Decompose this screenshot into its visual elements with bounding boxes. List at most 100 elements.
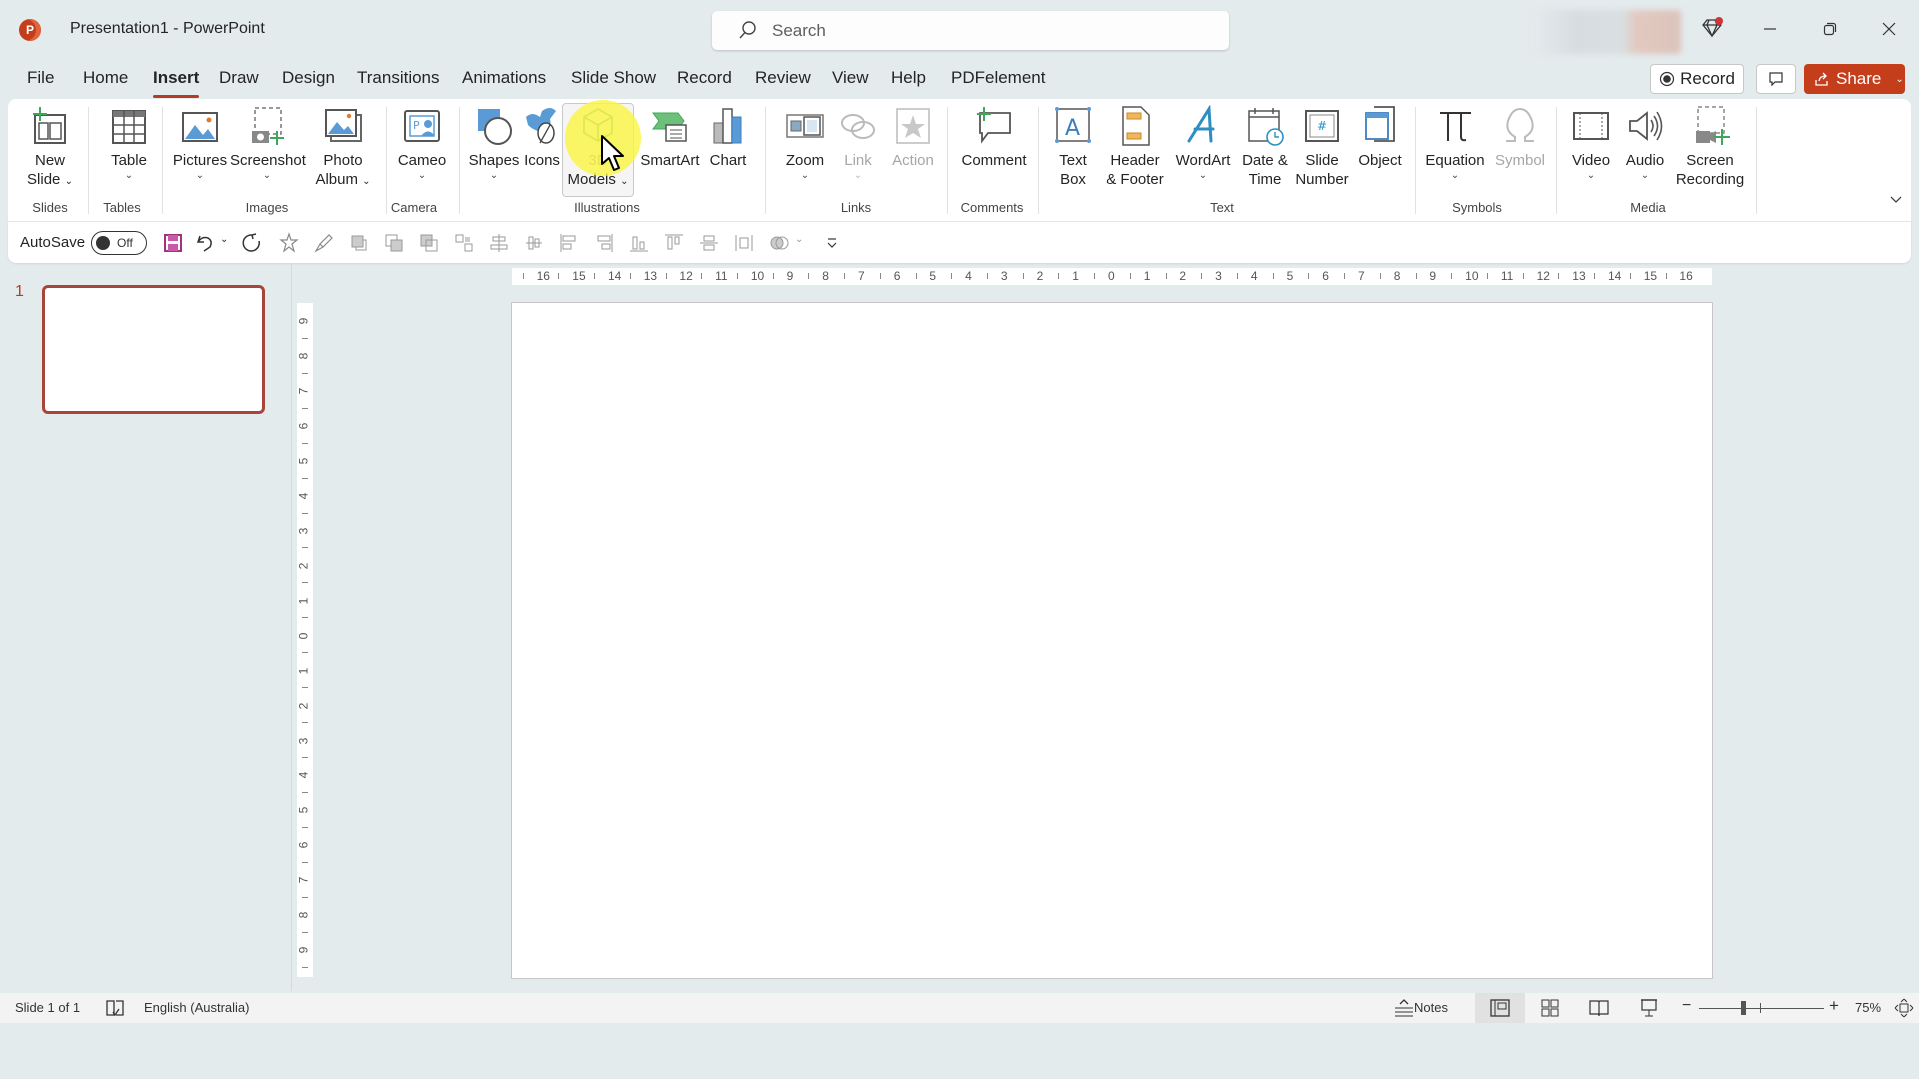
table-button[interactable]: Table ⌄	[104, 105, 154, 182]
tab-pdfelement[interactable]: PDFelement	[951, 68, 1045, 88]
new-slide-button[interactable]: New Slide ⌄	[26, 105, 74, 191]
ruler-tick-label: 4	[965, 269, 972, 283]
audio-button[interactable]: Audio ⌄	[1620, 105, 1670, 182]
ruler-tick-label: 3	[296, 527, 311, 535]
tab-transitions[interactable]: Transitions	[357, 68, 440, 88]
zoom-slider-thumb[interactable]	[1741, 1001, 1747, 1015]
tab-record[interactable]: Record	[677, 68, 732, 88]
ruler-tick	[1522, 273, 1524, 279]
group-objects-icon[interactable]	[453, 232, 475, 254]
ruler-tick	[302, 652, 308, 654]
tab-help[interactable]: Help	[891, 68, 926, 88]
slideshow-view-icon[interactable]	[1638, 997, 1660, 1019]
reading-view-icon[interactable]	[1588, 997, 1610, 1019]
cameo-icon: P	[404, 110, 440, 142]
bring-to-front-icon[interactable]	[418, 232, 440, 254]
share-dropdown-icon[interactable]: ⌄	[1895, 74, 1903, 85]
group-label-camera: Camera	[390, 200, 438, 215]
tab-draw[interactable]: Draw	[219, 68, 259, 88]
tab-view[interactable]: View	[832, 68, 869, 88]
premium-diamond-icon[interactable]	[1700, 17, 1724, 39]
format-painter-icon[interactable]	[313, 232, 335, 254]
minimize-button[interactable]	[1747, 10, 1793, 48]
icons-button[interactable]: Icons	[522, 105, 562, 170]
object-button[interactable]: Object	[1354, 105, 1406, 170]
screen-recording-button[interactable]: Screen Recording	[1672, 105, 1748, 189]
zoom-button[interactable]: Zoom ⌄	[780, 105, 830, 182]
record-button[interactable]: Record	[1650, 64, 1744, 94]
autosave-toggle[interactable]: Off	[91, 231, 147, 255]
video-button[interactable]: Video ⌄	[1566, 105, 1616, 182]
align-right-icon[interactable]	[593, 232, 615, 254]
close-button[interactable]	[1866, 10, 1912, 48]
normal-view-icon[interactable]	[1489, 997, 1511, 1019]
language-indicator[interactable]: English (Australia)	[144, 1000, 250, 1015]
tab-animations[interactable]: Animations	[462, 68, 546, 88]
account-area[interactable]	[1533, 10, 1681, 54]
action-button[interactable]: Action	[888, 105, 938, 170]
tab-insert[interactable]: Insert	[153, 68, 200, 98]
tab-slide-show[interactable]: Slide Show	[571, 68, 656, 88]
slide-canvas[interactable]	[511, 302, 1713, 979]
wordart-button[interactable]: WordArt ⌄	[1172, 105, 1234, 182]
save-icon[interactable]	[162, 232, 184, 254]
comment-button[interactable]: Comment	[956, 105, 1032, 170]
ruler-tick	[665, 273, 667, 279]
slide-number-button[interactable]: # Slide Number	[1291, 105, 1353, 189]
screenshot-button[interactable]: Screenshot ⌄	[230, 105, 306, 182]
align-left-icon[interactable]	[558, 232, 580, 254]
tab-file[interactable]: File	[27, 68, 54, 88]
send-backward-icon[interactable]	[383, 232, 405, 254]
zoom-level[interactable]: 75%	[1855, 1000, 1881, 1015]
date-time-button[interactable]: Date & Time	[1236, 105, 1294, 189]
zoom-slider-track[interactable]	[1699, 1008, 1824, 1009]
chart-button[interactable]: Chart	[705, 105, 751, 170]
share-button[interactable]: Share ⌄	[1804, 64, 1905, 94]
undo-dropdown-icon[interactable]: ⌄	[220, 234, 228, 245]
symbol-button[interactable]: Symbol	[1492, 105, 1548, 170]
equation-button[interactable]: Equation ⌄	[1420, 105, 1490, 182]
search-box[interactable]	[712, 11, 1229, 50]
slide-sorter-icon[interactable]	[1539, 997, 1561, 1019]
ruler-tick-label: 11	[1500, 269, 1514, 283]
align-bottom-icon[interactable]	[628, 232, 650, 254]
redo-icon[interactable]	[241, 232, 263, 254]
align-center-icon[interactable]	[488, 232, 510, 254]
bring-forward-icon[interactable]	[348, 232, 370, 254]
cameo-button[interactable]: P Cameo ⌄	[394, 105, 450, 182]
tab-home[interactable]: Home	[83, 68, 128, 88]
link-button[interactable]: Link ⌄	[838, 105, 878, 182]
merge-shapes-icon[interactable]	[768, 232, 790, 254]
header-footer-button[interactable]: Header & Footer	[1102, 105, 1168, 189]
text-box-button[interactable]: A Text Box	[1050, 105, 1096, 189]
pictures-icon	[182, 112, 218, 142]
slide-thumbnail[interactable]	[42, 285, 265, 414]
ruler-tick-label: 10	[750, 269, 765, 283]
shapes-button[interactable]: Shapes ⌄	[466, 105, 522, 182]
toggle-knob	[96, 236, 110, 250]
comments-button[interactable]	[1756, 64, 1796, 94]
tab-design[interactable]: Design	[282, 68, 335, 88]
smartart-button[interactable]: SmartArt	[638, 105, 702, 170]
animation-star-icon[interactable]	[278, 232, 300, 254]
tab-review[interactable]: Review	[755, 68, 811, 88]
fit-to-window-icon[interactable]	[1893, 997, 1915, 1019]
restore-button[interactable]	[1807, 10, 1853, 48]
undo-icon[interactable]	[194, 232, 216, 254]
ruler-tick-label: 13	[1572, 269, 1586, 283]
distribute-vertical-icon[interactable]	[733, 232, 755, 254]
search-input[interactable]	[772, 17, 1212, 44]
pane-divider[interactable]	[291, 263, 292, 991]
accessibility-check-icon[interactable]	[104, 997, 126, 1019]
ribbon-collapse-icon[interactable]	[1889, 195, 1903, 205]
align-top-icon[interactable]	[663, 232, 685, 254]
pictures-button[interactable]: Pictures ⌄	[171, 105, 229, 182]
customize-qat-icon[interactable]	[821, 232, 843, 254]
distribute-horizontal-icon[interactable]	[523, 232, 545, 254]
notes-button[interactable]: Notes	[1392, 993, 1452, 1023]
photo-album-button[interactable]: Photo Album ⌄	[310, 105, 376, 191]
align-middle-icon[interactable]	[698, 232, 720, 254]
zoom-in-button[interactable]: +	[1829, 996, 1839, 1016]
zoom-out-button[interactable]: −	[1682, 997, 1691, 1015]
merge-dropdown-icon[interactable]: ⌄	[795, 234, 803, 245]
